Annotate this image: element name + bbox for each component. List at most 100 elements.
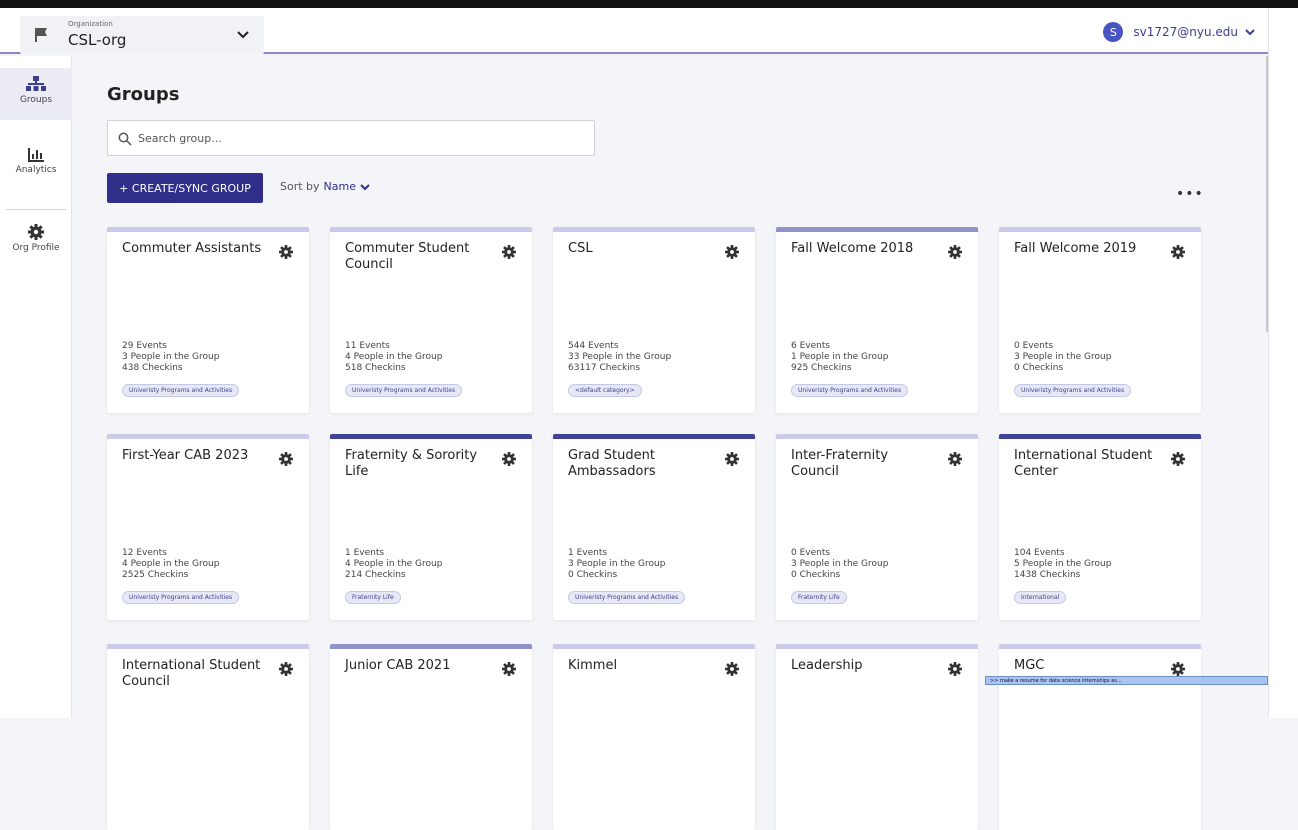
group-events: 29 Events <box>122 341 167 351</box>
category-tag[interactable]: Fraternity Life <box>791 591 847 604</box>
group-stats: 11 Events 4 People in the Group 518 Chec… <box>345 341 442 374</box>
card-accent-bar <box>776 644 978 649</box>
gear-icon[interactable] <box>502 245 516 259</box>
group-name: Kimmel <box>568 658 618 673</box>
group-name: Fall Welcome 2018 <box>791 241 914 256</box>
group-card[interactable]: Fraternity & Sorority Life 1 Events 4 Pe… <box>330 434 532 620</box>
sidebar-item-label: Analytics <box>15 165 57 175</box>
gear-icon[interactable] <box>725 245 739 259</box>
group-name: Grad Student Ambassadors <box>568 448 656 479</box>
category-tag[interactable]: Univeristy Programs and Activities <box>791 384 909 397</box>
group-name: International Student Center <box>1014 448 1153 479</box>
group-card[interactable]: Commuter Student Council 11 Events 4 Peo… <box>330 227 532 413</box>
group-card[interactable]: Kimmel <box>553 644 755 830</box>
card-accent-bar <box>107 644 309 649</box>
search-input[interactable] <box>138 121 578 155</box>
sidebar-item-org-profile[interactable]: Org Profile <box>0 224 72 264</box>
group-stats: 0 Events 3 People in the Group 0 Checkin… <box>791 548 888 581</box>
sidebar: Groups Analytics Org Profile <box>0 56 72 718</box>
avatar: S <box>1103 22 1124 42</box>
group-people: 1 People in the Group <box>791 352 889 362</box>
category-tag[interactable]: Univeristy Programs and Activities <box>568 591 686 604</box>
group-card[interactable]: Inter-Fraternity Council 0 Events 3 Peop… <box>776 434 978 620</box>
category-tag[interactable]: International <box>1014 591 1067 604</box>
group-card[interactable]: Fall Welcome 2018 6 Events 1 People in t… <box>776 227 978 413</box>
category-tag[interactable]: <default category> <box>568 384 642 397</box>
sort-label: Sort by <box>280 180 320 193</box>
group-name: International Student Council <box>122 658 261 689</box>
create-sync-group-button[interactable]: + CREATE/SYNC GROUP <box>107 173 263 203</box>
group-card[interactable]: Fall Welcome 2019 0 Events 3 People in t… <box>999 227 1201 413</box>
group-events: 1 Events <box>568 548 608 558</box>
scrollbar-track[interactable] <box>1268 8 1298 718</box>
group-checkins: 0 Checkins <box>791 570 841 580</box>
sidebar-item-groups[interactable]: Groups <box>0 68 72 120</box>
card-accent-bar <box>776 434 978 439</box>
category-tag[interactable]: Univeristy Programs and Activities <box>122 591 240 604</box>
group-people: 4 People in the Group <box>122 559 220 569</box>
group-checkins: 1438 Checkins <box>1014 570 1081 580</box>
group-card[interactable]: Grad Student Ambassadors 1 Events 3 Peop… <box>553 434 755 620</box>
group-card[interactable]: Junior CAB 2021 <box>330 644 532 830</box>
group-card[interactable]: CSL 544 Events 33 People in the Group 63… <box>553 227 755 413</box>
analytics-icon <box>28 148 44 162</box>
group-checkins: 0 Checkins <box>1014 363 1064 373</box>
gear-icon[interactable] <box>279 452 293 466</box>
group-card[interactable]: First-Year CAB 2023 12 Events 4 People i… <box>107 434 309 620</box>
sort-value: Name <box>323 180 356 193</box>
group-card[interactable]: International Student Center 104 Events … <box>999 434 1201 620</box>
group-name: Commuter Assistants <box>122 241 262 256</box>
gear-icon[interactable] <box>948 662 962 676</box>
status-tooltip: >> make a resume for data science intern… <box>985 676 1268 685</box>
card-accent-bar <box>553 434 755 439</box>
card-accent-bar <box>107 227 309 232</box>
chevron-down-icon <box>237 31 249 39</box>
org-switcher[interactable]: Organization CSL-org <box>20 16 264 54</box>
user-email: sv1727@nyu.edu <box>1133 25 1238 39</box>
gear-icon[interactable] <box>948 452 962 466</box>
group-stats: 1 Events 4 People in the Group 214 Check… <box>345 548 442 581</box>
gear-icon[interactable] <box>725 662 739 676</box>
gear-icon[interactable] <box>1171 662 1185 676</box>
card-accent-bar <box>107 434 309 439</box>
gear-icon[interactable] <box>502 662 516 676</box>
card-accent-bar <box>999 434 1201 439</box>
user-menu[interactable]: S sv1727@nyu.edu <box>1103 22 1256 42</box>
gear-icon[interactable] <box>948 245 962 259</box>
group-events: 0 Events <box>791 548 831 558</box>
group-name: CSL <box>568 241 593 256</box>
gear-icon[interactable] <box>725 452 739 466</box>
search-field[interactable] <box>107 120 595 156</box>
category-tag[interactable]: Univeristy Programs and Activities <box>122 384 240 397</box>
sidebar-item-label: Groups <box>19 95 53 105</box>
gear-icon[interactable] <box>502 452 516 466</box>
group-card[interactable]: Commuter Assistants 29 Events 3 People i… <box>107 227 309 413</box>
group-name: Fraternity & Sorority Life <box>345 448 478 479</box>
gear-icon[interactable] <box>279 245 293 259</box>
card-accent-bar <box>553 227 755 232</box>
card-accent-bar <box>330 434 532 439</box>
group-card[interactable]: Leadership <box>776 644 978 830</box>
sidebar-divider <box>6 209 66 210</box>
group-events: 6 Events <box>791 341 831 351</box>
group-name: MGC <box>1014 658 1045 673</box>
group-name: Inter-Fraternity Council <box>791 448 889 479</box>
category-tag[interactable]: Univeristy Programs and Activities <box>1014 384 1132 397</box>
group-name: Commuter Student Council <box>345 241 470 272</box>
group-card[interactable]: MGC <box>999 644 1201 830</box>
group-events: 0 Events <box>1014 341 1054 351</box>
group-checkins: 438 Checkins <box>122 363 183 373</box>
category-tag[interactable]: Fraternity Life <box>345 591 401 604</box>
group-people: 4 People in the Group <box>345 559 443 569</box>
gear-icon[interactable] <box>1171 245 1185 259</box>
sidebar-item-analytics[interactable]: Analytics <box>0 148 72 188</box>
more-options-icon[interactable]: ••• <box>1176 186 1204 202</box>
card-accent-bar <box>999 644 1201 649</box>
gear-icon[interactable] <box>279 662 293 676</box>
group-people: 3 People in the Group <box>791 559 889 569</box>
chevron-down-icon <box>360 183 370 190</box>
gear-icon[interactable] <box>1171 452 1185 466</box>
sort-control[interactable]: Sort by Name <box>280 180 370 193</box>
group-card[interactable]: International Student Council <box>107 644 309 830</box>
category-tag[interactable]: Univeristy Programs and Activities <box>345 384 463 397</box>
